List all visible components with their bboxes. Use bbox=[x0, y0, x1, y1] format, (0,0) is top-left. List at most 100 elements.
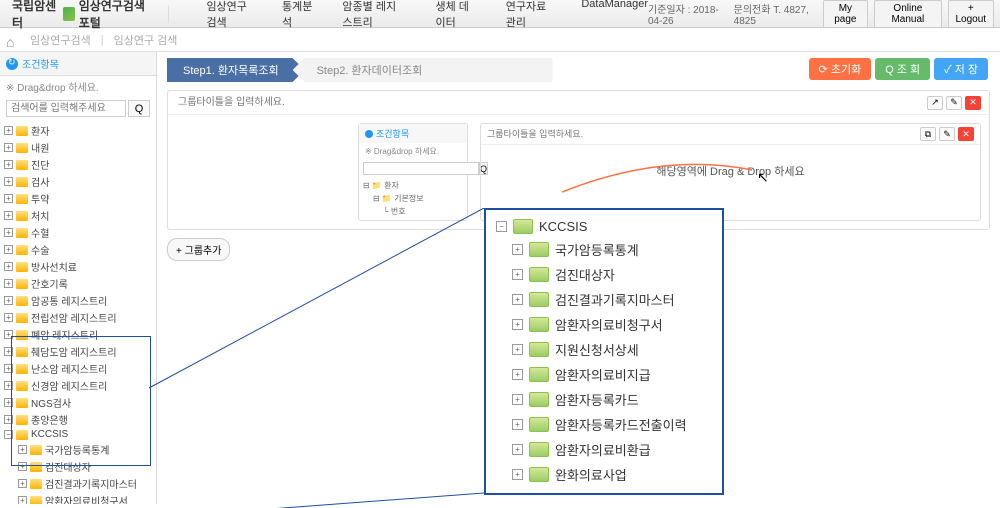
zoom-item[interactable]: +국가암등록통계 bbox=[486, 237, 722, 262]
expand-icon[interactable]: + bbox=[4, 262, 13, 271]
nav-item[interactable]: 연구자료관리 bbox=[506, 0, 552, 30]
zoom-item[interactable]: +암환자의료비환급 bbox=[486, 437, 722, 462]
mini-tree-item[interactable]: └ 번호 bbox=[363, 205, 463, 218]
expand-icon[interactable]: + bbox=[18, 445, 27, 454]
expand-icon[interactable]: + bbox=[4, 228, 13, 237]
expand-icon[interactable]: + bbox=[4, 398, 13, 407]
step1-tab[interactable]: Step1. 환자목록조회 bbox=[167, 58, 305, 82]
nav-item[interactable]: 통계분석 bbox=[282, 0, 312, 30]
tree-item[interactable]: +수혈 bbox=[4, 224, 152, 241]
mini-tree-item[interactable]: ⊟ 📁 기본정보 bbox=[363, 192, 463, 205]
save-button[interactable]: ✓ 저 장 bbox=[934, 58, 988, 80]
tree-item[interactable]: +환자 bbox=[4, 122, 152, 139]
expand-icon[interactable]: + bbox=[18, 496, 27, 504]
drop-title-input[interactable] bbox=[487, 127, 920, 141]
expand-icon[interactable]: + bbox=[4, 364, 13, 373]
tree-item[interactable]: −KCCSIS bbox=[4, 428, 152, 441]
tree-item[interactable]: +폐암 레지스트리 bbox=[4, 326, 152, 343]
manual-button[interactable]: Online Manual bbox=[874, 0, 941, 28]
tree-item[interactable]: +투약 bbox=[4, 190, 152, 207]
tree-item[interactable]: +종양은행 bbox=[4, 411, 152, 428]
tree-item[interactable]: +검진대상자 bbox=[4, 458, 152, 475]
tree-item[interactable]: +검진결과기록지마스터 bbox=[4, 475, 152, 492]
expand-icon[interactable]: + bbox=[512, 394, 523, 405]
expand-icon[interactable]: + bbox=[18, 479, 27, 488]
expand-icon[interactable]: + bbox=[4, 347, 13, 356]
tree-item[interactable]: +진단 bbox=[4, 156, 152, 173]
close-icon[interactable]: ✕ bbox=[965, 96, 981, 110]
tree-item[interactable]: +수술 bbox=[4, 241, 152, 258]
init-button[interactable]: ⟳ 초기화 bbox=[809, 58, 872, 80]
edit-icon[interactable]: ✎ bbox=[939, 127, 955, 141]
refresh-icon[interactable] bbox=[6, 58, 18, 70]
zoom-item[interactable]: +완화의료사업 bbox=[486, 462, 722, 487]
expand-icon[interactable]: + bbox=[512, 419, 523, 430]
tree-item[interactable]: +방사선치료 bbox=[4, 258, 152, 275]
expand-icon[interactable]: + bbox=[4, 245, 13, 254]
nav-item[interactable]: 암종별 레지스트리 bbox=[342, 0, 405, 30]
expand-icon[interactable]: + bbox=[4, 279, 13, 288]
expand-icon[interactable]: + bbox=[4, 313, 13, 322]
tree-item[interactable]: +국가암등록통계 bbox=[4, 441, 152, 458]
copy-icon[interactable]: ⧉ bbox=[920, 127, 936, 141]
tree-item[interactable]: +처치 bbox=[4, 207, 152, 224]
expand-icon[interactable]: + bbox=[4, 381, 13, 390]
drop-target-card[interactable]: ⧉ ✎ ✕ 해당영역에 Drag & Drop 하세요 bbox=[480, 123, 981, 221]
expand-icon[interactable]: − bbox=[4, 430, 13, 439]
breadcrumb-item[interactable]: 임상연구 검색 bbox=[114, 32, 178, 48]
tree-item[interactable]: +간호기록 bbox=[4, 275, 152, 292]
collapse-icon[interactable]: − bbox=[496, 221, 507, 232]
tree-item[interactable]: +내원 bbox=[4, 139, 152, 156]
zoom-item[interactable]: +암환자등록카드 bbox=[486, 387, 722, 412]
home-icon[interactable] bbox=[6, 34, 20, 46]
expand-icon[interactable]: + bbox=[18, 462, 27, 471]
zoom-item[interactable]: +암환자의료비청구서 bbox=[486, 312, 722, 337]
expand-icon[interactable]: + bbox=[4, 211, 13, 220]
breadcrumb-item[interactable]: 임상연구검색 bbox=[30, 32, 91, 48]
expand-icon[interactable]: + bbox=[4, 194, 13, 203]
tree-item[interactable]: +검사 bbox=[4, 173, 152, 190]
zoom-item[interactable]: +암환자의료비지급 bbox=[486, 362, 722, 387]
search-input[interactable] bbox=[6, 100, 126, 117]
zoom-item[interactable]: +검진대상자 bbox=[486, 262, 722, 287]
step2-tab[interactable]: Step2. 환자데이터조회 bbox=[293, 58, 553, 82]
tree-item[interactable]: +신경암 레지스트리 bbox=[4, 377, 152, 394]
group-title-input[interactable] bbox=[176, 95, 376, 110]
expand-icon[interactable]: + bbox=[512, 469, 523, 480]
add-group-button[interactable]: + 그룹추가 bbox=[167, 238, 230, 261]
expand-icon[interactable]: + bbox=[512, 269, 523, 280]
mypage-button[interactable]: My page bbox=[823, 0, 869, 28]
expand-icon[interactable]: + bbox=[4, 330, 13, 339]
zoom-root[interactable]: − KCCSIS bbox=[486, 216, 722, 237]
expand-icon[interactable]: + bbox=[512, 369, 523, 380]
search-button[interactable]: Q 조 회 bbox=[875, 58, 930, 80]
tree-item[interactable]: +췌담도암 레지스트리 bbox=[4, 343, 152, 360]
tree-item[interactable]: +NGS검사 bbox=[4, 394, 152, 411]
expand-icon[interactable]: + bbox=[4, 177, 13, 186]
tree-item[interactable]: +암공통 레지스트리 bbox=[4, 292, 152, 309]
expand-icon[interactable]: + bbox=[512, 244, 523, 255]
search-button[interactable]: Q bbox=[128, 100, 150, 117]
tree-item[interactable]: +전립선암 레지스트리 bbox=[4, 309, 152, 326]
expand-icon[interactable]: ↗ bbox=[927, 96, 943, 110]
mini-tree-item[interactable]: ⊟ 📁 환자 bbox=[363, 179, 463, 192]
close-icon[interactable]: ✕ bbox=[958, 127, 974, 141]
zoom-item[interactable]: +암환자등록카드전출이력 bbox=[486, 412, 722, 437]
expand-icon[interactable]: + bbox=[512, 444, 523, 455]
mini-search-input[interactable] bbox=[363, 162, 479, 175]
zoom-item[interactable]: +지원신청서상세 bbox=[486, 337, 722, 362]
expand-icon[interactable]: + bbox=[512, 319, 523, 330]
expand-icon[interactable]: + bbox=[4, 415, 13, 424]
nav-item[interactable]: 임상연구검색 bbox=[206, 0, 252, 30]
nav-item[interactable]: DataManager bbox=[581, 0, 648, 30]
expand-icon[interactable]: + bbox=[4, 143, 13, 152]
tree-item[interactable]: +난소암 레지스트리 bbox=[4, 360, 152, 377]
zoom-item[interactable]: +검진결과기록지마스터 bbox=[486, 287, 722, 312]
expand-icon[interactable]: + bbox=[4, 296, 13, 305]
expand-icon[interactable]: + bbox=[512, 294, 523, 305]
nav-item[interactable]: 생체 데이터 bbox=[435, 0, 475, 30]
expand-icon[interactable]: + bbox=[4, 126, 13, 135]
expand-icon[interactable]: + bbox=[512, 344, 523, 355]
edit-icon[interactable]: ✎ bbox=[946, 96, 962, 110]
tree-item[interactable]: +암환자의료비청구서 bbox=[4, 492, 152, 504]
